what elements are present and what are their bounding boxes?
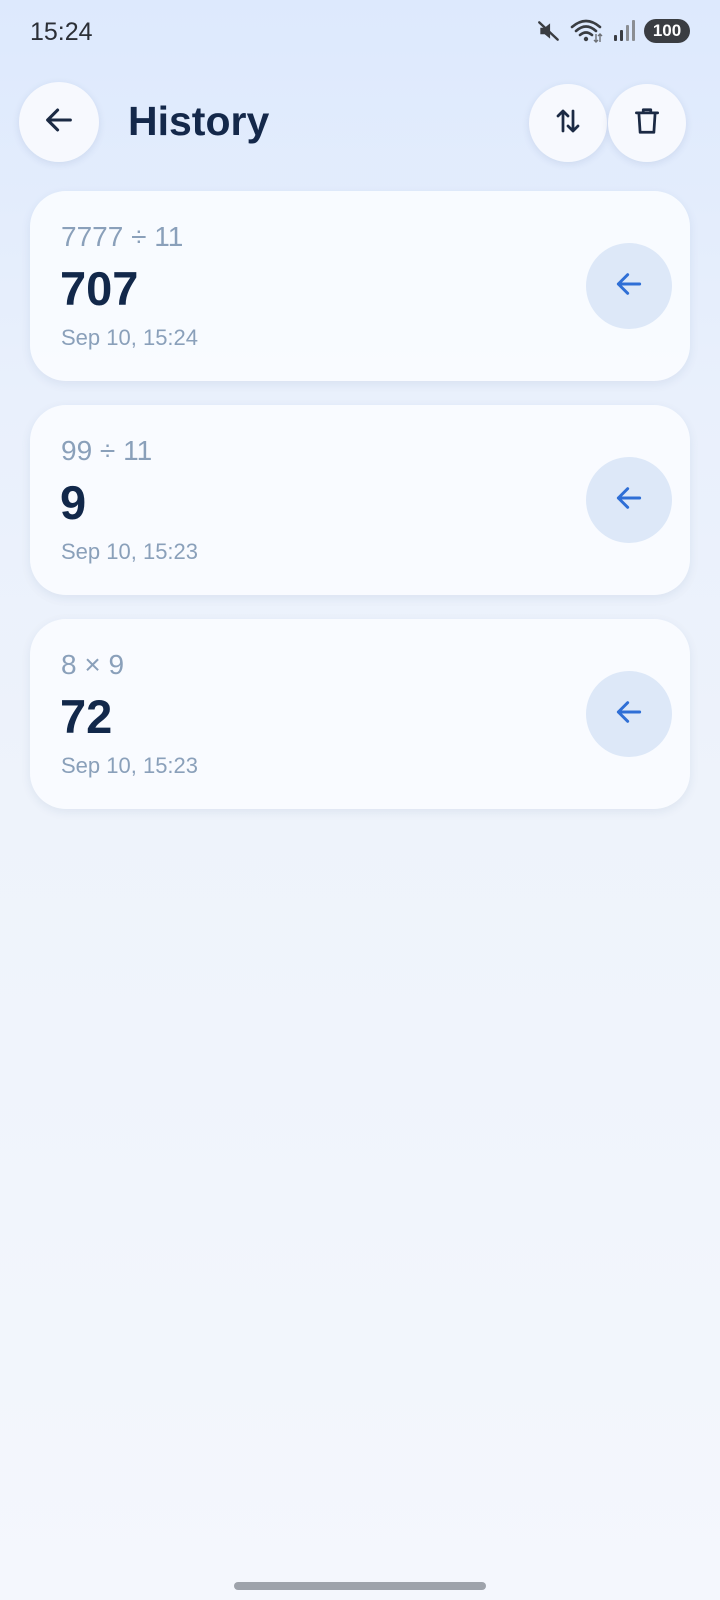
sort-icon: [553, 106, 583, 141]
use-result-button[interactable]: [586, 457, 672, 543]
history-item[interactable]: 7777 ÷ 11 707 Sep 10, 15:24: [30, 191, 690, 381]
use-result-button[interactable]: [586, 671, 672, 757]
sort-button[interactable]: [529, 84, 607, 162]
home-indicator[interactable]: [234, 1582, 486, 1590]
history-result: 707: [60, 262, 139, 315]
history-expression: 7777 ÷ 11: [61, 221, 184, 252]
history-timestamp: Sep 10, 15:24: [61, 325, 199, 350]
arrow-left-icon: [613, 268, 645, 305]
header: History: [0, 80, 720, 164]
history-list: 7777 ÷ 11 707 Sep 10, 15:24 99 ÷ 11 9 Se…: [30, 191, 690, 833]
history-expression: 8 × 9: [61, 649, 125, 680]
battery-icon: 100: [644, 19, 690, 43]
history-item[interactable]: 99 ÷ 11 9 Sep 10, 15:23: [30, 405, 690, 595]
status-icons: 100: [536, 18, 690, 44]
history-item[interactable]: 8 × 9 72 Sep 10, 15:23: [30, 619, 690, 809]
page-title: History: [128, 98, 270, 144]
use-result-button[interactable]: [586, 243, 672, 329]
signal-icon: [612, 19, 636, 43]
trash-icon: [632, 106, 662, 141]
back-button[interactable]: [19, 82, 99, 162]
history-result: 72: [60, 690, 113, 743]
history-result: 9: [60, 476, 87, 529]
mute-icon: [536, 18, 562, 44]
history-expression: 99 ÷ 11: [61, 435, 153, 466]
history-timestamp: Sep 10, 15:23: [61, 539, 199, 564]
arrow-left-icon: [613, 482, 645, 519]
wifi-icon: [570, 18, 604, 44]
status-bar: 15:24 100: [0, 0, 720, 64]
status-time: 15:24: [30, 18, 93, 46]
arrow-left-icon: [613, 696, 645, 733]
back-arrow-icon: [42, 103, 76, 142]
delete-all-button[interactable]: [608, 84, 686, 162]
history-timestamp: Sep 10, 15:23: [61, 753, 199, 778]
